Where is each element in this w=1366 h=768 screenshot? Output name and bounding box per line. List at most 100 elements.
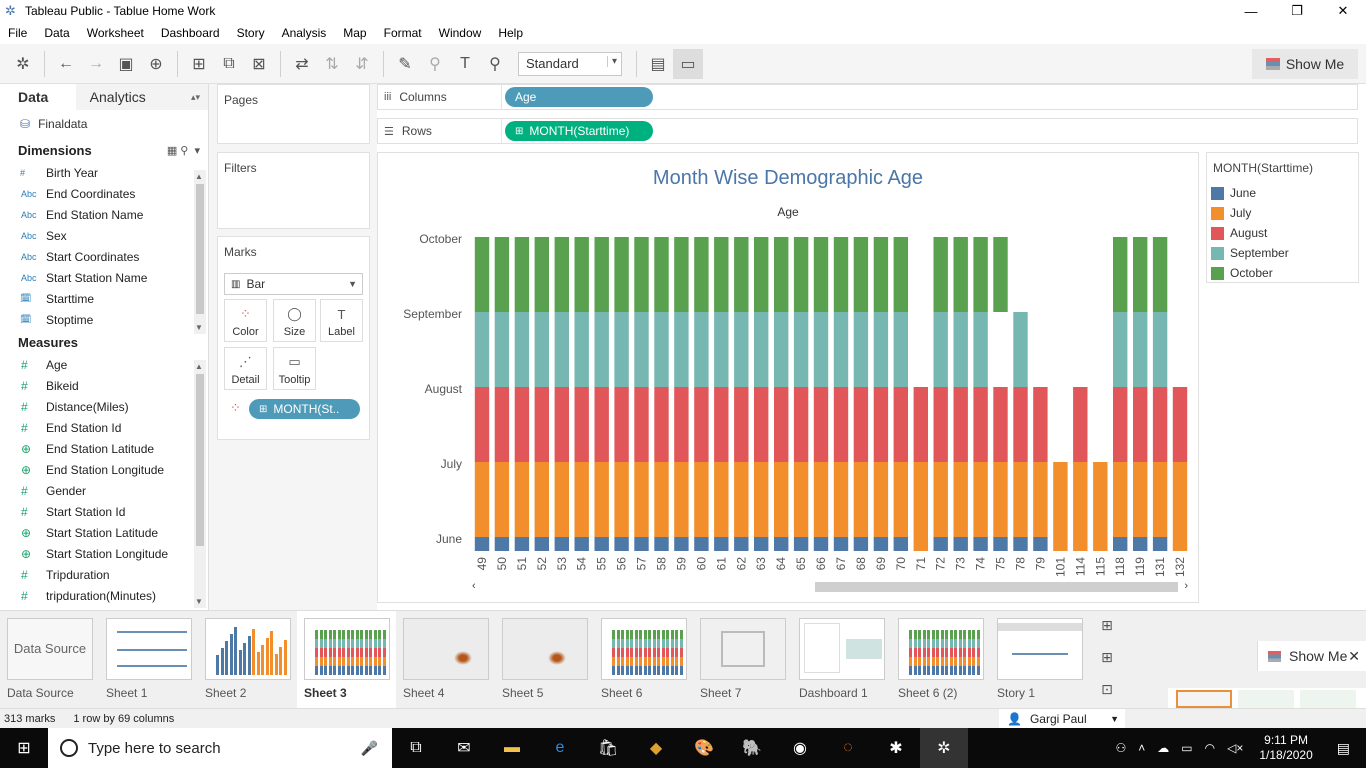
bar-segment-october[interactable] [554, 237, 569, 312]
bar-segment-october[interactable] [574, 237, 589, 312]
bar-segment-october[interactable] [694, 237, 709, 312]
columns-shelf[interactable]: iii Columns Age [377, 84, 1358, 110]
bar-segment-august[interactable] [554, 387, 569, 462]
bar-segment-august[interactable] [754, 387, 769, 462]
bar-segment-october[interactable] [1113, 237, 1128, 312]
jupyter-icon[interactable]: ◌ [824, 728, 872, 768]
bar-segment-june[interactable] [873, 537, 889, 551]
bar-segment-september[interactable] [813, 312, 829, 387]
bar-segment-august[interactable] [514, 387, 530, 462]
show-me-button[interactable]: Show Me [1252, 49, 1358, 79]
bar-segment-september[interactable] [833, 312, 849, 387]
bar-segment-july[interactable] [1053, 537, 1068, 551]
sheet-tab-sheet-5[interactable]: Sheet 5 [495, 611, 594, 709]
bar-segment-july[interactable] [1113, 462, 1128, 537]
dimension-field[interactable]: Abc Start Station Name [0, 267, 208, 288]
bar-segment-august[interactable] [574, 387, 589, 462]
show-me-panel-header[interactable]: Show Me ✕ [1257, 641, 1366, 671]
bar-segment-june[interactable] [734, 537, 749, 551]
bar-segment-july[interactable] [793, 462, 809, 537]
microphone-icon[interactable]: 🎤 [361, 740, 378, 757]
menu-analysis[interactable]: Analysis [282, 26, 327, 40]
scroll-thumb[interactable] [196, 374, 204, 546]
app-icon[interactable]: ◆ [632, 728, 680, 768]
bar-segment-june[interactable] [813, 537, 829, 551]
bar-segment-september[interactable] [714, 312, 729, 387]
sheet-tab-sheet-6[interactable]: Sheet 6 [594, 611, 693, 709]
show-cards-icon[interactable]: ▤ [643, 49, 673, 79]
measure-field[interactable]: # Start Station Id [0, 501, 208, 522]
bar-segment-july[interactable] [853, 462, 869, 537]
bar-segment-september[interactable] [654, 312, 669, 387]
bar-segment-august[interactable] [774, 387, 789, 462]
bar-segment-october[interactable] [754, 237, 769, 312]
bar-segment-july[interactable] [1013, 462, 1028, 537]
bar-segment-august[interactable] [1033, 387, 1048, 462]
bar-segment-october[interactable] [494, 237, 510, 312]
menu-file[interactable]: File [8, 26, 27, 40]
user-menu[interactable]: 👤 Gargi Paul ▼ [999, 709, 1125, 729]
bar-segment-july[interactable] [654, 462, 669, 537]
bar-segment-september[interactable] [1133, 312, 1148, 387]
tab-analytics[interactable]: Analytics ▴▾ [75, 84, 208, 110]
bar-segment-june[interactable] [594, 537, 609, 551]
sheet-tab-sheet-7[interactable]: Sheet 7 [693, 611, 792, 709]
bar-segment-september[interactable] [474, 312, 490, 387]
bar-segment-july[interactable] [913, 462, 928, 537]
undo-icon[interactable]: ← [51, 49, 81, 79]
notifications-icon[interactable]: ▤ [1337, 740, 1350, 757]
cloud-icon[interactable]: ☁ [1157, 741, 1169, 755]
bar-segment-july[interactable] [634, 462, 649, 537]
bar-segment-july[interactable] [754, 462, 769, 537]
bar-segment-july[interactable] [714, 462, 729, 537]
store-icon[interactable]: 🛍 [584, 728, 632, 768]
bar-segment-october[interactable] [953, 237, 968, 312]
bar-segment-september[interactable] [1113, 312, 1128, 387]
bar-segment-august[interactable] [494, 387, 510, 462]
legend-item[interactable]: June [1207, 183, 1358, 203]
bar-segment-june[interactable] [714, 537, 729, 551]
measure-field[interactable]: # Age [0, 354, 208, 375]
bar-segment-october[interactable] [833, 237, 849, 312]
minimize-button[interactable]: — [1228, 0, 1274, 22]
sheet-tab-sheet-3[interactable]: Sheet 3 [297, 611, 396, 709]
bar-segment-june[interactable] [614, 537, 629, 551]
bar-segment-august[interactable] [853, 387, 869, 462]
bar-segment-july[interactable] [913, 537, 928, 551]
bar-segment-july[interactable] [554, 462, 569, 537]
database-icon[interactable]: 🐘 [728, 728, 776, 768]
bar-segment-june[interactable] [853, 537, 869, 551]
tableau-home-icon[interactable]: ✲ [8, 49, 38, 79]
scroll-thumb[interactable] [196, 184, 204, 314]
bar-segment-october[interactable] [813, 237, 829, 312]
sheet-tab-dashboard-1[interactable]: Dashboard 1 [792, 611, 891, 709]
bar-segment-june[interactable] [1013, 537, 1028, 551]
size-button[interactable]: ◯ Size [273, 299, 316, 342]
bar-segment-june[interactable] [534, 537, 549, 551]
bar-segment-june[interactable] [1133, 537, 1148, 551]
show-me-chart-option[interactable] [1176, 690, 1232, 708]
bar-segment-july[interactable] [1093, 537, 1108, 551]
bar-segment-july[interactable] [474, 462, 490, 537]
bar-segment-october[interactable] [1152, 237, 1168, 312]
save-icon[interactable]: ▣ [111, 49, 141, 79]
bar-segment-september[interactable] [554, 312, 569, 387]
bar-segment-june[interactable] [574, 537, 589, 551]
new-datasource-icon[interactable]: ⊕ [141, 49, 171, 79]
bar-segment-october[interactable] [514, 237, 530, 312]
bar-segment-october[interactable] [933, 237, 948, 312]
task-view-icon[interactable]: ⧉ [392, 728, 440, 768]
presentation-mode-icon[interactable]: ▭ [673, 48, 703, 79]
bar-segment-august[interactable] [913, 387, 928, 462]
dimension-field[interactable]: 🗓 Starttime [0, 288, 208, 309]
bar-segment-july[interactable] [1033, 462, 1048, 537]
group-members-icon[interactable]: ⚲ [420, 49, 450, 79]
bar-segment-august[interactable] [534, 387, 549, 462]
bar-segment-july[interactable] [953, 462, 968, 537]
bar-segment-july[interactable] [1133, 462, 1148, 537]
bar-segment-june[interactable] [1152, 537, 1168, 551]
bar-segment-august[interactable] [933, 387, 948, 462]
file-explorer-icon[interactable]: ▬ [488, 728, 536, 768]
bar-segment-june[interactable] [793, 537, 809, 551]
horizontal-scrollbar[interactable]: ‹ › [470, 580, 1190, 594]
